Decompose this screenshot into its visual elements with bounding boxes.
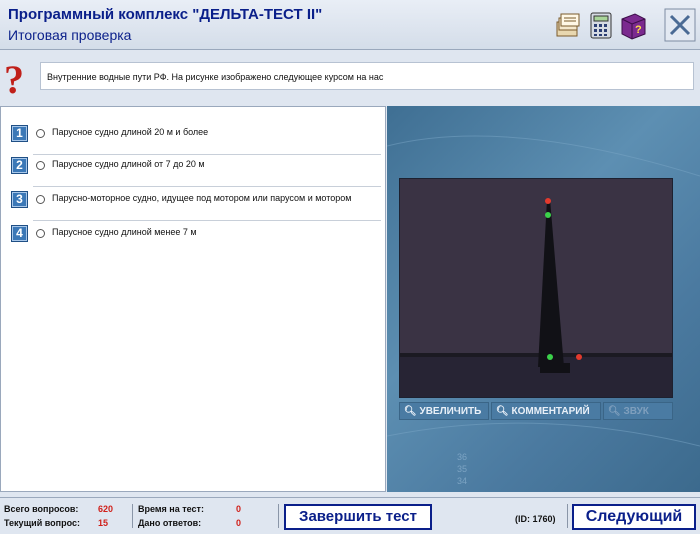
answer-text[interactable]: Парусное судно длиной от 7 до 20 м [52, 159, 205, 169]
header-bar: Программный комплекс "ДЕЛЬТА-ТЕСТ II" Ит… [0, 0, 700, 50]
help-book-icon[interactable]: ? [618, 10, 648, 40]
magnifier-icon: 🔍︎ [496, 406, 509, 417]
answer-text[interactable]: Парусно-моторное судно, идущее под мотор… [52, 193, 351, 203]
app-title: Программный комплекс "ДЕЛЬТА-ТЕСТ II" [8, 6, 323, 23]
answered-value: 0 [236, 518, 242, 528]
question-image[interactable] [399, 178, 673, 398]
finish-test-button[interactable]: Завершить тест [284, 504, 432, 530]
test-time-value: 0 [236, 504, 242, 514]
cards-icon[interactable] [553, 10, 583, 40]
answer-radio[interactable] [36, 129, 45, 138]
svg-text:?: ? [4, 57, 24, 99]
svg-text:36: 36 [457, 452, 467, 462]
magnifier-icon: 🔍︎ [404, 406, 417, 417]
zoom-button[interactable]: 🔍︎ УВЕЛИЧИТЬ [399, 402, 489, 420]
current-question-value: 15 [98, 518, 109, 528]
answer-option-1[interactable]: 1 Парусное судно длиной 20 м и более [1, 121, 385, 155]
answer-number: 2 [11, 157, 28, 174]
answered-label: Дано ответов: [138, 518, 202, 528]
answer-radio[interactable] [36, 195, 45, 204]
current-question-label: Текущий вопрос: [4, 518, 80, 528]
magnifier-icon: 🔍︎ [608, 406, 621, 417]
answer-text[interactable]: Парусное судно длиной 20 м и более [52, 127, 208, 137]
answer-radio[interactable] [36, 229, 45, 238]
sailboat-night-scene [400, 179, 672, 397]
calculator-icon[interactable] [586, 10, 616, 40]
svg-text:35: 35 [457, 464, 467, 474]
answer-option-3[interactable]: 3 Парусно-моторное судно, идущее под мот… [1, 187, 385, 221]
divider [567, 504, 568, 528]
next-button[interactable]: Следующий [572, 504, 696, 530]
answer-number: 1 [11, 125, 28, 142]
answer-option-4[interactable]: 4 Парусное судно длиной менее 7 м [1, 221, 385, 255]
answer-text[interactable]: Парусное судно длиной менее 7 м [52, 227, 197, 237]
test-time-label: Время на тест: [138, 504, 204, 514]
answer-radio[interactable] [36, 161, 45, 170]
sound-button: 🔍︎ ЗВУК [603, 402, 673, 420]
question-mark-icon: ? [4, 57, 24, 99]
footer-bar: Всего вопросов: 620 Текущий вопрос: 15 В… [0, 497, 700, 534]
divider [132, 504, 133, 528]
close-icon[interactable] [664, 8, 696, 42]
image-panel: 36 35 34 🔍︎ УВЕЛИЧИТЬ 🔍︎ КОММЕНТАРИЙ 🔍︎ ЗВ… [387, 106, 700, 492]
svg-text:?: ? [635, 24, 642, 36]
question-text: Внутренние водные пути РФ. На рисунке из… [40, 62, 694, 90]
answer-option-2[interactable]: 2 Парусное судно длиной от 7 до 20 м [1, 153, 385, 187]
total-questions-value: 620 [98, 504, 114, 514]
divider [278, 504, 279, 528]
answers-panel: 1 Парусное судно длиной 20 м и более 2 П… [0, 106, 386, 492]
mode-subtitle: Итоговая проверка [8, 27, 132, 43]
answer-number: 3 [11, 191, 28, 208]
total-questions-label: Всего вопросов: [4, 504, 79, 514]
answer-number: 4 [11, 225, 28, 242]
comment-button[interactable]: 🔍︎ КОММЕНТАРИЙ [491, 402, 601, 420]
svg-text:34: 34 [457, 476, 467, 486]
image-tools: 🔍︎ УВЕЛИЧИТЬ 🔍︎ КОММЕНТАРИЙ 🔍︎ ЗВУК [399, 402, 673, 420]
question-id: (ID: 1760) [515, 514, 556, 524]
